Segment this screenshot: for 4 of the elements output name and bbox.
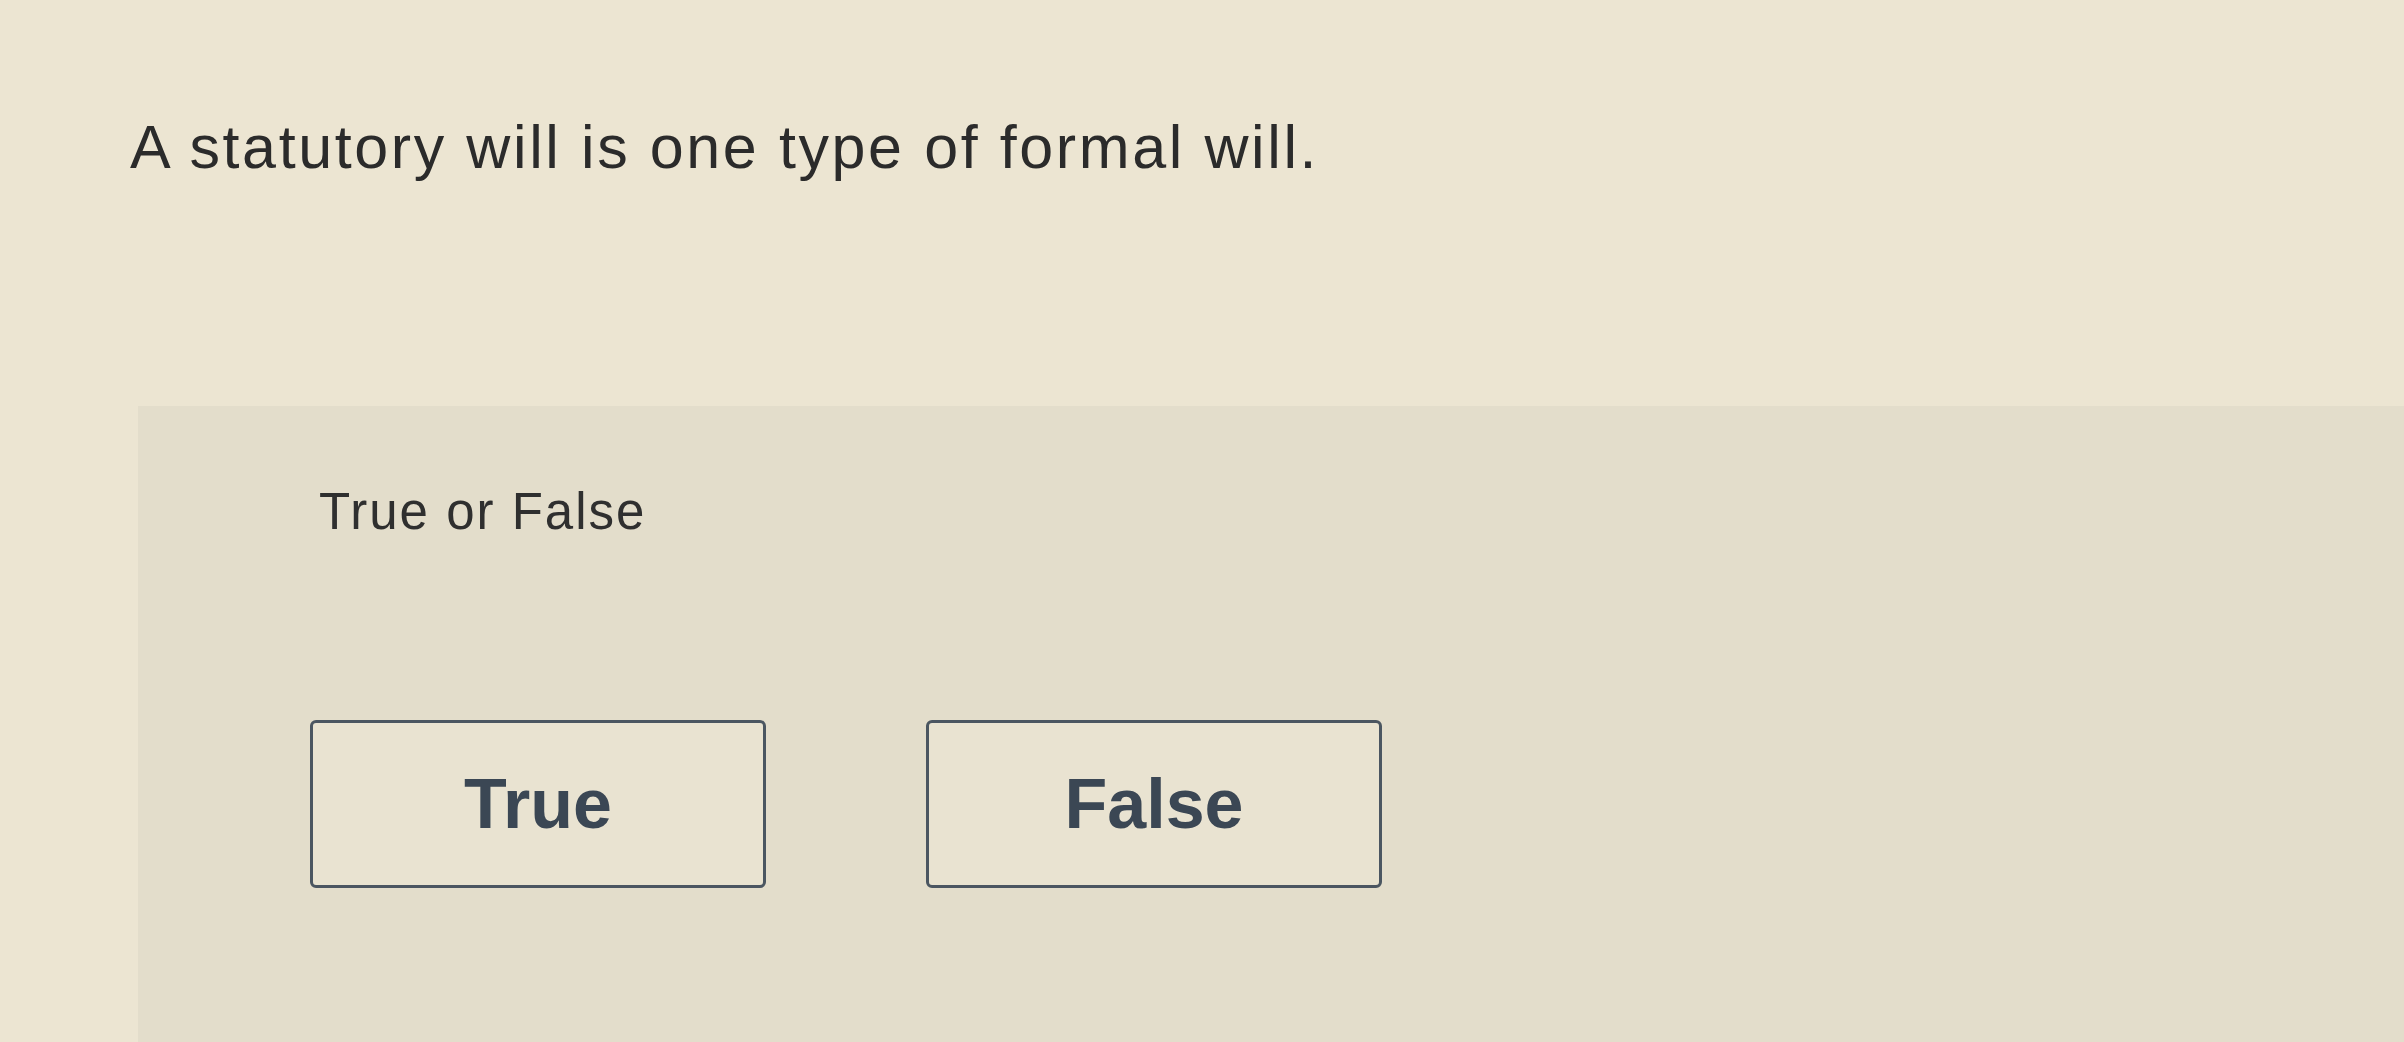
question-text: A statutory will is one type of formal will. <box>130 112 1320 183</box>
answer-button[interactable]: True <box>310 720 766 889</box>
prompt-text: True or False <box>319 482 647 543</box>
answer-button[interactable]: False <box>926 720 1382 889</box>
